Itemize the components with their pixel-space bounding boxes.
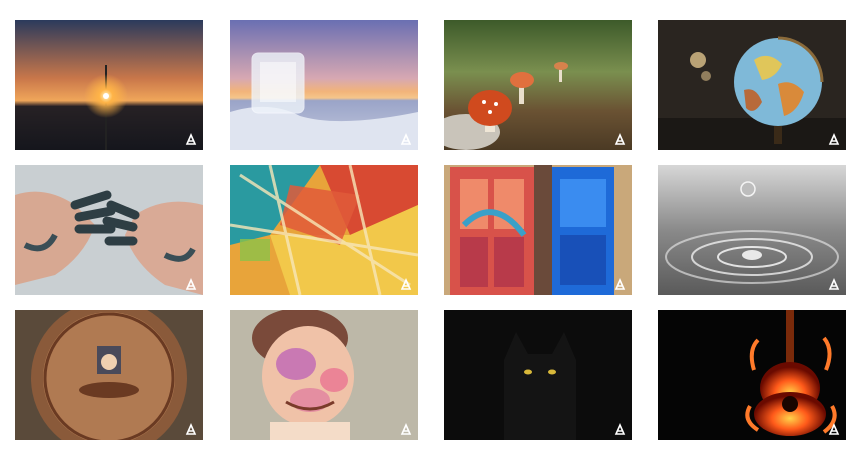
mushrooms-forest-photo[interactable] (444, 20, 632, 150)
globe-photo[interactable] (658, 20, 846, 150)
watermark-logo-icon (827, 277, 841, 291)
graffiti-doors-image (444, 165, 632, 295)
ice-cube-image (230, 20, 418, 150)
graffiti-doors-photo[interactable] (444, 165, 632, 295)
painted-hands-image (15, 165, 203, 295)
water-drop-image (658, 165, 846, 295)
watermark-logo-icon (613, 422, 627, 436)
watermark-logo-icon (399, 422, 413, 436)
black-cat-image (444, 310, 632, 440)
fire-guitar-image (658, 310, 846, 440)
black-cat-photo[interactable] (444, 310, 632, 440)
sparkler-sunset-photo[interactable] (15, 20, 203, 150)
globe-image (658, 20, 846, 150)
clock-figure-photo[interactable] (15, 310, 203, 440)
abstract-paint-image (230, 165, 418, 295)
watermark-logo-icon (184, 277, 198, 291)
watermark-logo-icon (827, 422, 841, 436)
painted-child-photo[interactable] (230, 310, 418, 440)
painted-hands-photo[interactable] (15, 165, 203, 295)
watermark-logo-icon (827, 132, 841, 146)
fire-guitar-photo[interactable] (658, 310, 846, 440)
image-gallery (0, 0, 866, 458)
clock-figure-image (15, 310, 203, 440)
painted-child-image (230, 310, 418, 440)
mushrooms-image (444, 20, 632, 150)
water-drop-photo[interactable] (658, 165, 846, 295)
sparkler-sunset-image (15, 20, 203, 150)
watermark-logo-icon (399, 132, 413, 146)
abstract-paint-photo[interactable] (230, 165, 418, 295)
watermark-logo-icon (613, 132, 627, 146)
watermark-logo-icon (184, 132, 198, 146)
ice-cube-sunset-photo[interactable] (230, 20, 418, 150)
watermark-logo-icon (184, 422, 198, 436)
watermark-logo-icon (613, 277, 627, 291)
watermark-logo-icon (399, 277, 413, 291)
